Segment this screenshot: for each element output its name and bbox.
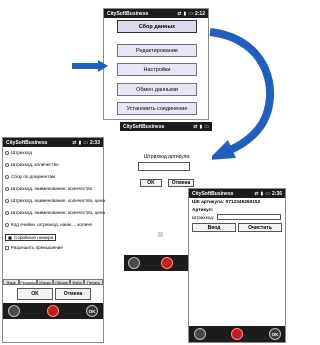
article-barcode-label: Штрихкод артикула: — [144, 154, 191, 160]
signal-icon: ▮ — [199, 123, 203, 130]
radio-button[interactable] — [5, 186, 9, 191]
mode-option[interactable]: Штрихкод, наименование, количество — [5, 186, 92, 191]
clock: 2:33 — [89, 139, 100, 146]
article-barcode-input[interactable] — [138, 162, 190, 171]
settings-ok-button[interactable]: OK — [17, 288, 53, 300]
clear-button[interactable]: Очистить — [238, 223, 282, 232]
mode-option[interactable]: Штрихкод — [5, 150, 32, 155]
battery-icon: ▭ — [83, 139, 88, 146]
radio-button[interactable] — [5, 210, 9, 215]
settings-tabs: Язык Режимы Маски Общие Файл Печать — [3, 279, 103, 285]
scroll-thumb[interactable] — [158, 232, 163, 237]
signal-icon: ▮ — [78, 139, 82, 146]
app-title: CitySoftBusiness — [107, 10, 149, 17]
sync-icon: ⇄ — [72, 139, 77, 146]
settings-status-bar: CitySoftBusiness ⇄ ▮ ▭ 2:33 — [3, 138, 103, 147]
mode-option[interactable]: Код ячейки, штрихкод, наим..., количе — [5, 222, 92, 227]
tab-print[interactable]: Печать — [84, 279, 103, 285]
radio-button[interactable] — [5, 162, 9, 167]
tab-masks[interactable]: Маски — [37, 279, 53, 285]
signal-icon: ▮ — [260, 190, 264, 197]
mode-option[interactable]: Штрихкод, количество — [5, 162, 59, 167]
mode-option-serial[interactable]: Серийные номера — [5, 234, 57, 241]
radio-button[interactable] — [5, 174, 9, 179]
result-screen: CitySoftBusiness ⇄ ▮ ▭ 2:36 ШК артикула:… — [188, 188, 286, 343]
tab-language[interactable]: Язык — [3, 279, 19, 285]
barcode-line: ШК артикула: 0712345260152 — [192, 200, 261, 205]
battery-icon: ▭ — [265, 190, 270, 197]
windows-start-icon[interactable] — [194, 328, 206, 340]
arrow-to-settings-icon — [72, 60, 108, 72]
windows-start-icon[interactable] — [128, 257, 140, 269]
result-status-bar: CitySoftBusiness ⇄ ▮ ▭ 2:36 — [189, 189, 285, 198]
taskbar-ok-button[interactable]: OK — [86, 305, 98, 317]
barcode-input[interactable] — [217, 214, 281, 220]
settings-taskbar: OK — [3, 303, 103, 319]
windows-start-icon[interactable] — [8, 305, 20, 317]
enter-button[interactable]: Ввод — [192, 223, 236, 232]
battery-icon: ▭ — [204, 123, 209, 130]
barcode-label: Штрихкод: — [192, 215, 215, 220]
sync-icon: ⇄ — [177, 10, 182, 17]
article-label: Артикул: — [192, 208, 214, 213]
tab-modes[interactable]: Режимы — [19, 279, 37, 285]
dialog-app-title: CitySoftBusiness — [123, 123, 165, 130]
radio-button[interactable] — [5, 150, 9, 155]
settings-app-title: CitySoftBusiness — [6, 139, 48, 146]
mode-option[interactable]: Штрихкод, наименование, количество, цена — [5, 198, 105, 203]
stop-icon[interactable] — [161, 257, 173, 269]
radio-button[interactable] — [5, 222, 9, 227]
radio-button[interactable] — [5, 198, 9, 203]
dialog-status-bar: CitySoftBusiness ⇄ ▮ ▭ — [120, 122, 212, 131]
main-status-bar: CitySoftBusiness ⇄ ▮ ▭ 2:12 — [104, 9, 208, 18]
allow-excess-option[interactable]: Разрешить превышение — [5, 245, 63, 250]
battery-icon: ▭ — [188, 10, 193, 17]
dialog-ok-button[interactable]: OK — [140, 179, 162, 187]
checkbox[interactable] — [5, 245, 9, 250]
tab-file[interactable]: Файл — [70, 279, 84, 285]
sync-icon: ⇄ — [193, 123, 198, 130]
signal-icon: ▮ — [183, 10, 187, 17]
stop-icon[interactable] — [47, 305, 59, 317]
clock: 2:36 — [271, 190, 282, 197]
result-taskbar: OK — [189, 326, 285, 342]
clock: 2:12 — [194, 10, 205, 17]
sync-icon: ⇄ — [254, 190, 259, 197]
stop-icon[interactable] — [231, 328, 243, 340]
tab-general[interactable]: Общие — [53, 279, 70, 285]
result-app-title: CitySoftBusiness — [192, 190, 234, 197]
taskbar-ok-button[interactable]: OK — [269, 328, 281, 340]
dialog-cancel-button[interactable]: Отмена — [168, 179, 194, 187]
settings-cancel-button[interactable]: Отмена — [55, 288, 91, 300]
radio-button[interactable] — [8, 235, 12, 240]
settings-screen: CitySoftBusiness ⇄ ▮ ▭ 2:33 Штрихкод Штр… — [2, 137, 105, 343]
mode-option[interactable]: Сбор по документам — [5, 174, 55, 179]
mode-option[interactable]: Штрихкод, наименование, количество, цена — [5, 210, 105, 215]
